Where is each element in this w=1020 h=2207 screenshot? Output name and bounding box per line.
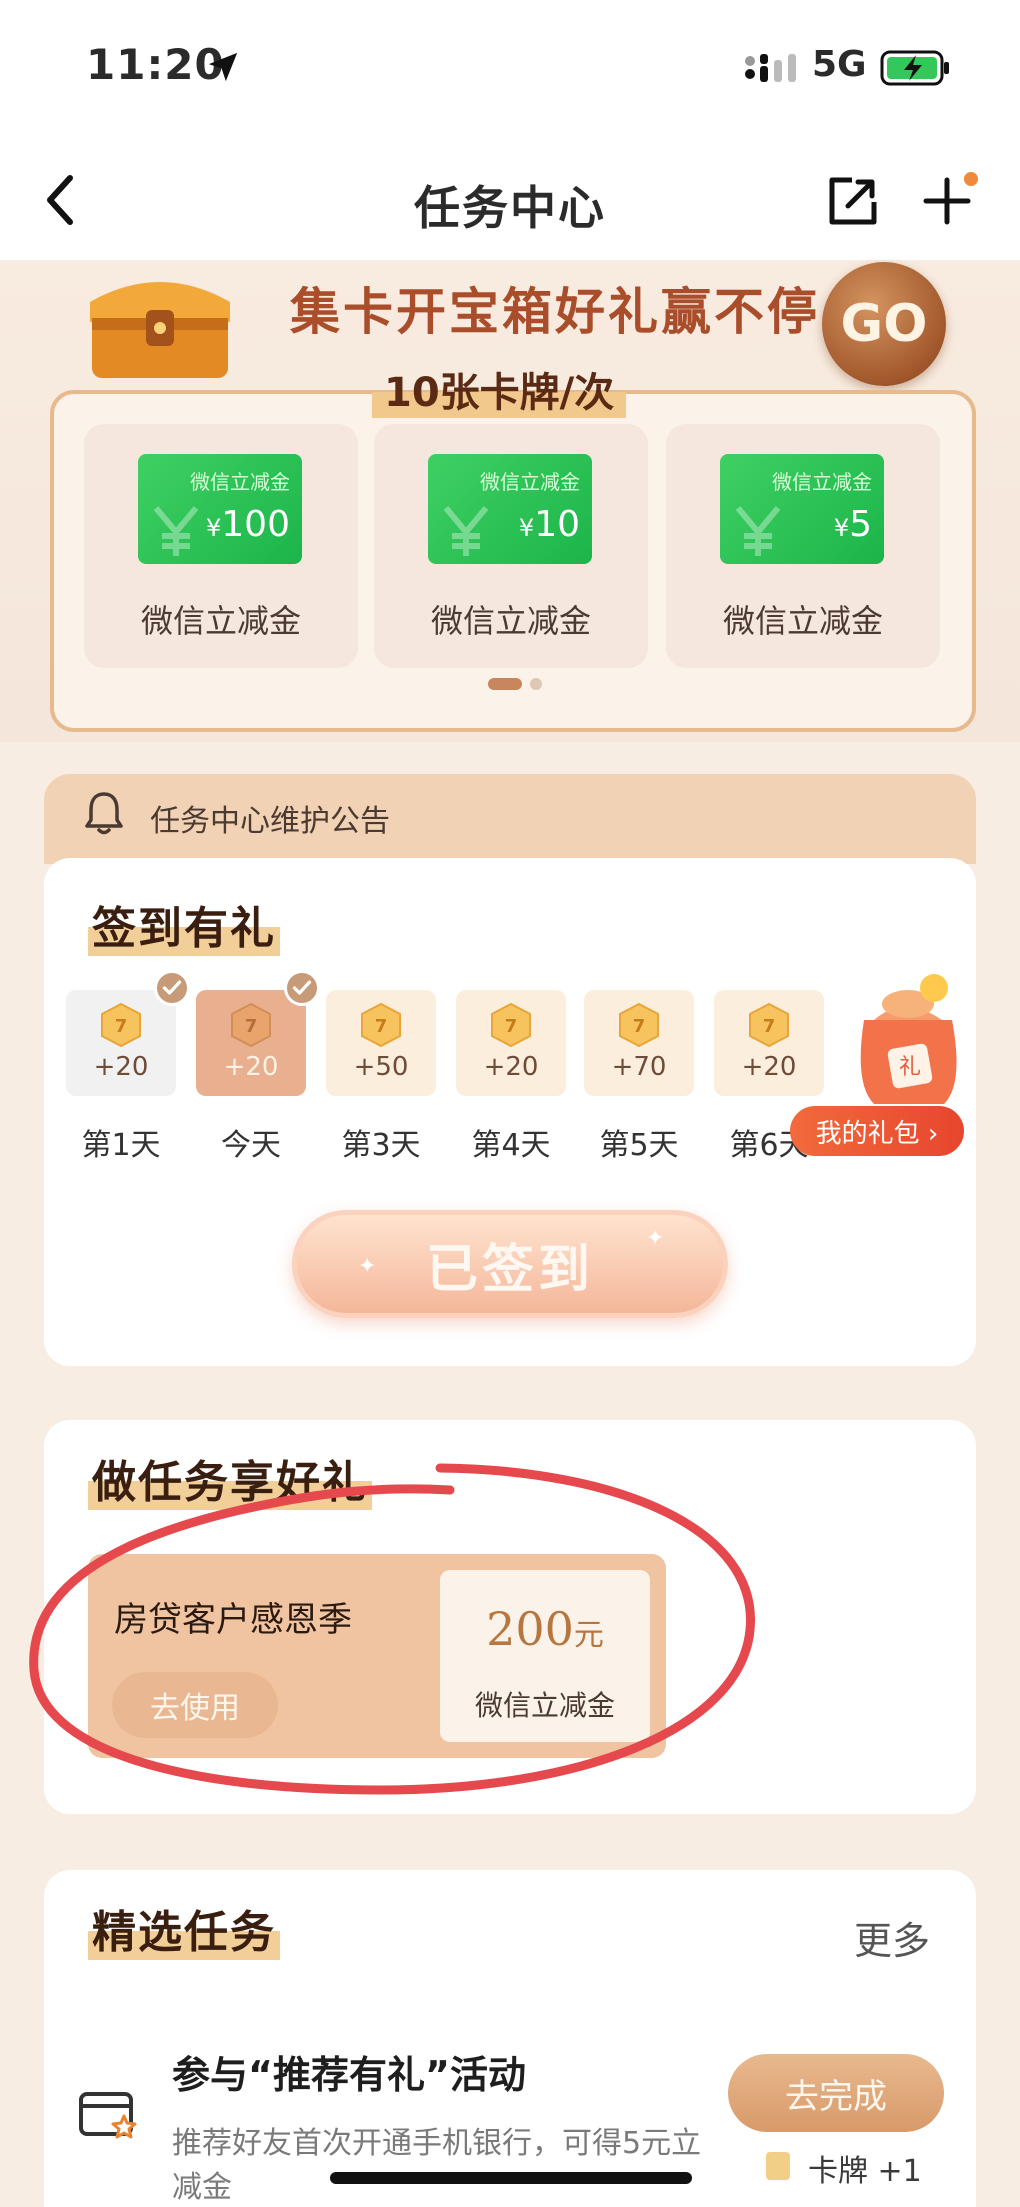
svg-text:7: 7 — [115, 1016, 128, 1037]
task-rewards-title: 做任务享好礼 — [88, 1446, 372, 1510]
checkin-day-card[interactable]: 7 +20 — [714, 990, 824, 1096]
day-points: +20 — [223, 1052, 279, 1082]
day-label: 第4天 — [471, 1128, 551, 1163]
banner-title: 集卡开宝箱好礼赢不停 — [290, 283, 820, 341]
home-indicator[interactable] — [330, 2172, 692, 2184]
checkin-day-card[interactable]: 7 +70 — [584, 990, 694, 1096]
coupon-amount: 200元 — [486, 1602, 604, 1656]
reward-card[interactable]: 微信立减金 ¥100 微信立减金 — [84, 424, 358, 668]
day-points: +70 — [611, 1052, 667, 1082]
coin-icon: 7 — [491, 1002, 531, 1048]
wechat-pay-icon — [735, 506, 781, 556]
my-gift-button[interactable]: 我的礼包 › — [790, 1106, 964, 1156]
coin-icon: 7 — [231, 1002, 271, 1048]
voucher-amount: ¥5 — [833, 504, 872, 545]
voucher-amount: ¥10 — [518, 504, 580, 545]
bell-icon — [85, 792, 123, 835]
svg-text:7: 7 — [505, 1016, 518, 1037]
checkin-day-card[interactable]: 7 +20 — [196, 990, 306, 1096]
sparkle-icon: ✦ — [358, 1254, 377, 1279]
voucher-title: 微信立减金 — [190, 470, 290, 494]
task-name: 参与“推荐有礼”活动 — [172, 2053, 526, 2097]
share-icon[interactable] — [826, 174, 880, 228]
voucher-title: 微信立减金 — [480, 470, 580, 494]
svg-text:7: 7 — [375, 1016, 388, 1037]
battery-charging-icon — [880, 50, 949, 86]
reward-card-label: 微信立减金 — [722, 602, 883, 640]
sparkle-icon: ✦ — [646, 1226, 665, 1251]
use-coupon-button[interactable]: 去使用 — [112, 1672, 278, 1738]
svg-text:7: 7 — [763, 1016, 776, 1037]
day-label: 第3天 — [341, 1128, 421, 1163]
voucher-amount: ¥100 — [206, 504, 290, 545]
day-points: +20 — [483, 1052, 539, 1082]
checkin-day-card[interactable]: 7 +50 — [326, 990, 436, 1096]
task-description: 推荐好友首次开通手机银行，可得5元立减金 — [172, 2126, 702, 2205]
referral-card-icon — [79, 2092, 137, 2139]
checkmark-icon — [154, 970, 190, 1006]
coupon-name: 房贷客户感恩季 — [114, 1600, 352, 1640]
gift-bag-icon[interactable]: 礼 — [834, 964, 974, 1114]
checkin-title: 签到有礼 — [88, 892, 280, 956]
svg-text:礼: 礼 — [899, 1055, 921, 1080]
svg-text:7: 7 — [633, 1016, 646, 1037]
checkin-day-card[interactable]: 7 +20 — [66, 990, 176, 1096]
day-label: 今天 — [221, 1128, 281, 1163]
task-reward: 卡牌 +1 — [808, 2154, 922, 2189]
notification-dot — [964, 172, 978, 186]
wechat-pay-icon — [443, 506, 489, 556]
svg-text:7: 7 — [245, 1016, 258, 1037]
treasure-chest-icon — [90, 282, 230, 378]
complete-task-button[interactable]: 去完成 — [728, 2054, 944, 2132]
plus-icon[interactable] — [922, 176, 972, 226]
signal-icon — [745, 54, 796, 82]
go-button[interactable]: GO — [822, 262, 946, 386]
coupon-description: 微信立减金 — [474, 1689, 615, 1722]
coin-icon: 7 — [619, 1002, 659, 1048]
status-time: 11:20 — [86, 40, 225, 89]
reward-card-label: 微信立减金 — [140, 602, 301, 640]
coin-icon: 7 — [361, 1002, 401, 1048]
carousel-indicator — [488, 676, 544, 690]
checkin-day-card[interactable]: 7 +20 — [456, 990, 566, 1096]
reward-card[interactable]: 微信立减金 ¥10 微信立减金 — [374, 424, 648, 668]
day-points: +20 — [741, 1052, 797, 1082]
wechat-voucher-image: 微信立减金 ¥10 — [428, 454, 592, 564]
selected-tasks-title: 精选任务 — [88, 1896, 280, 1960]
wechat-voucher-image: 微信立减金 ¥100 — [138, 454, 302, 564]
voucher-title: 微信立减金 — [772, 470, 872, 494]
wechat-pay-icon — [153, 506, 199, 556]
more-link[interactable]: 更多 — [854, 1910, 930, 1965]
network-type: 5G — [812, 44, 867, 85]
card-icon — [766, 2152, 790, 2180]
reward-card[interactable]: 微信立减金 ¥5 微信立减金 — [666, 424, 940, 668]
coin-icon: 7 — [101, 1002, 141, 1048]
day-label: 第5天 — [599, 1128, 679, 1163]
day-points: +50 — [353, 1052, 409, 1082]
notice-text: 任务中心维护公告 — [150, 804, 390, 839]
day-label: 第1天 — [81, 1128, 161, 1163]
location-arrow-icon — [208, 52, 238, 82]
checkmark-icon — [284, 970, 320, 1006]
wechat-voucher-image: 微信立减金 ¥5 — [720, 454, 884, 564]
day-points: +20 — [93, 1052, 149, 1082]
coin-icon: 7 — [749, 1002, 789, 1048]
reward-card-label: 微信立减金 — [430, 602, 591, 640]
banner-subtitle: 10张卡牌/次 — [372, 360, 627, 418]
